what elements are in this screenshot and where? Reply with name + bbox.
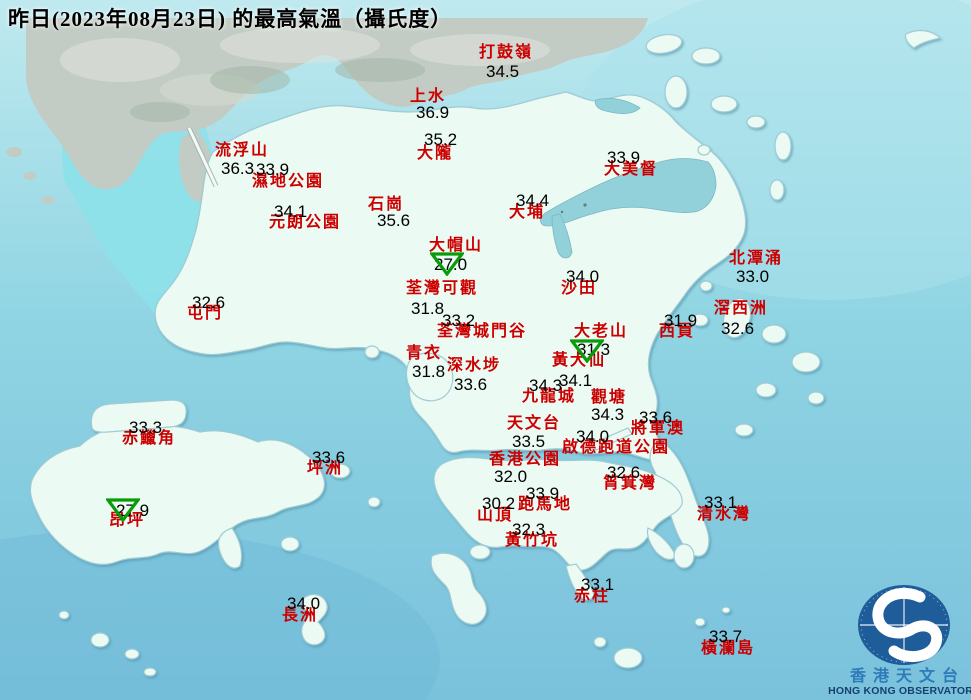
station-temp-value: 33.1 [704, 493, 738, 512]
station-name: 打鼓嶺 [479, 44, 534, 61]
station-name: 天文台 [507, 415, 562, 432]
station-temp-value: 34.0 [576, 427, 610, 446]
station-temp-value: 33.5 [512, 432, 546, 451]
station-temp-value: 32.3 [512, 520, 546, 539]
station-name: 荃灣可觀 [406, 280, 479, 297]
station-name: 觀塘 [591, 389, 628, 406]
station-temp-value: 34.3 [529, 376, 563, 395]
hko-logo-english-name: HONG KONG OBSERVATORY [828, 685, 971, 698]
station-temp-value: 33.6 [454, 375, 488, 394]
station-temp-value: 31.8 [412, 362, 446, 381]
station-temp-value: 32.6 [721, 319, 755, 338]
station-temp-value: 34.3 [591, 405, 625, 424]
station-temp-value: 31.9 [664, 311, 698, 330]
station-temp-value: 34.1 [559, 371, 593, 390]
station-temp-value: 34.4 [516, 191, 550, 210]
station-temp-value: 32.0 [494, 467, 528, 486]
station-name: 流浮山 [215, 142, 270, 159]
station-temp-value: 34.0 [566, 267, 600, 286]
station-temp-value: 33.0 [736, 267, 770, 286]
station-temp-value: 33.6 [639, 408, 673, 427]
station-temp-value: 35.2 [424, 130, 458, 149]
max-temperature-map: 昨日(2023年08月23日) 的最高氣溫（攝氏度） 打鼓嶺 34.5 上水 3… [0, 0, 971, 700]
green-triangle-marker-icon [106, 498, 140, 522]
station-temp-value: 32.6 [192, 293, 226, 312]
map-title: 昨日(2023年08月23日) 的最高氣溫（攝氏度） [8, 7, 453, 31]
station-temp-value: 34.5 [486, 62, 520, 81]
hko-logo: 香港天文台 HONG KONG OBSERVATORY [828, 572, 971, 698]
station-name: 滘西洲 [714, 300, 769, 317]
station-name: 青衣 [406, 345, 443, 362]
station-temp-value: 33.6 [312, 448, 346, 467]
station-temp-value: 30.2 [482, 494, 516, 513]
station-temp-value: 33.9 [607, 148, 641, 167]
station-temp-value: 34.0 [287, 594, 321, 613]
station-temp-value: 33.7 [709, 627, 743, 646]
station-name: 深水埗 [447, 357, 502, 374]
green-triangle-marker-icon [430, 252, 464, 276]
station-temp-value: 36.9 [416, 103, 450, 122]
station-temp-value: 31.8 [411, 299, 445, 318]
station-temp-value: 33.1 [581, 575, 615, 594]
station-temp-value: 33.9 [256, 160, 290, 179]
station-temp-value: 35.6 [377, 211, 411, 230]
station-temp-value: 36.3 [221, 159, 255, 178]
hko-logo-chinese-name: 香港天文台 [849, 667, 965, 685]
hko-logo-emblem-icon [858, 584, 950, 665]
station-name: 北潭涌 [729, 250, 784, 267]
station-temp-value: 33.3 [129, 418, 163, 437]
station-temp-value: 33.2 [442, 311, 476, 330]
station-labels-layer: 打鼓嶺 34.5 上水 36.9 大隴 35.2 流浮山 36.3 濕地公園 3… [0, 0, 971, 700]
station-temp-value: 33.9 [526, 484, 560, 503]
green-triangle-marker-icon [570, 339, 604, 363]
station-temp-value: 34.1 [274, 202, 308, 221]
station-name: 香港公園 [489, 451, 562, 468]
station-temp-value: 32.6 [607, 463, 641, 482]
